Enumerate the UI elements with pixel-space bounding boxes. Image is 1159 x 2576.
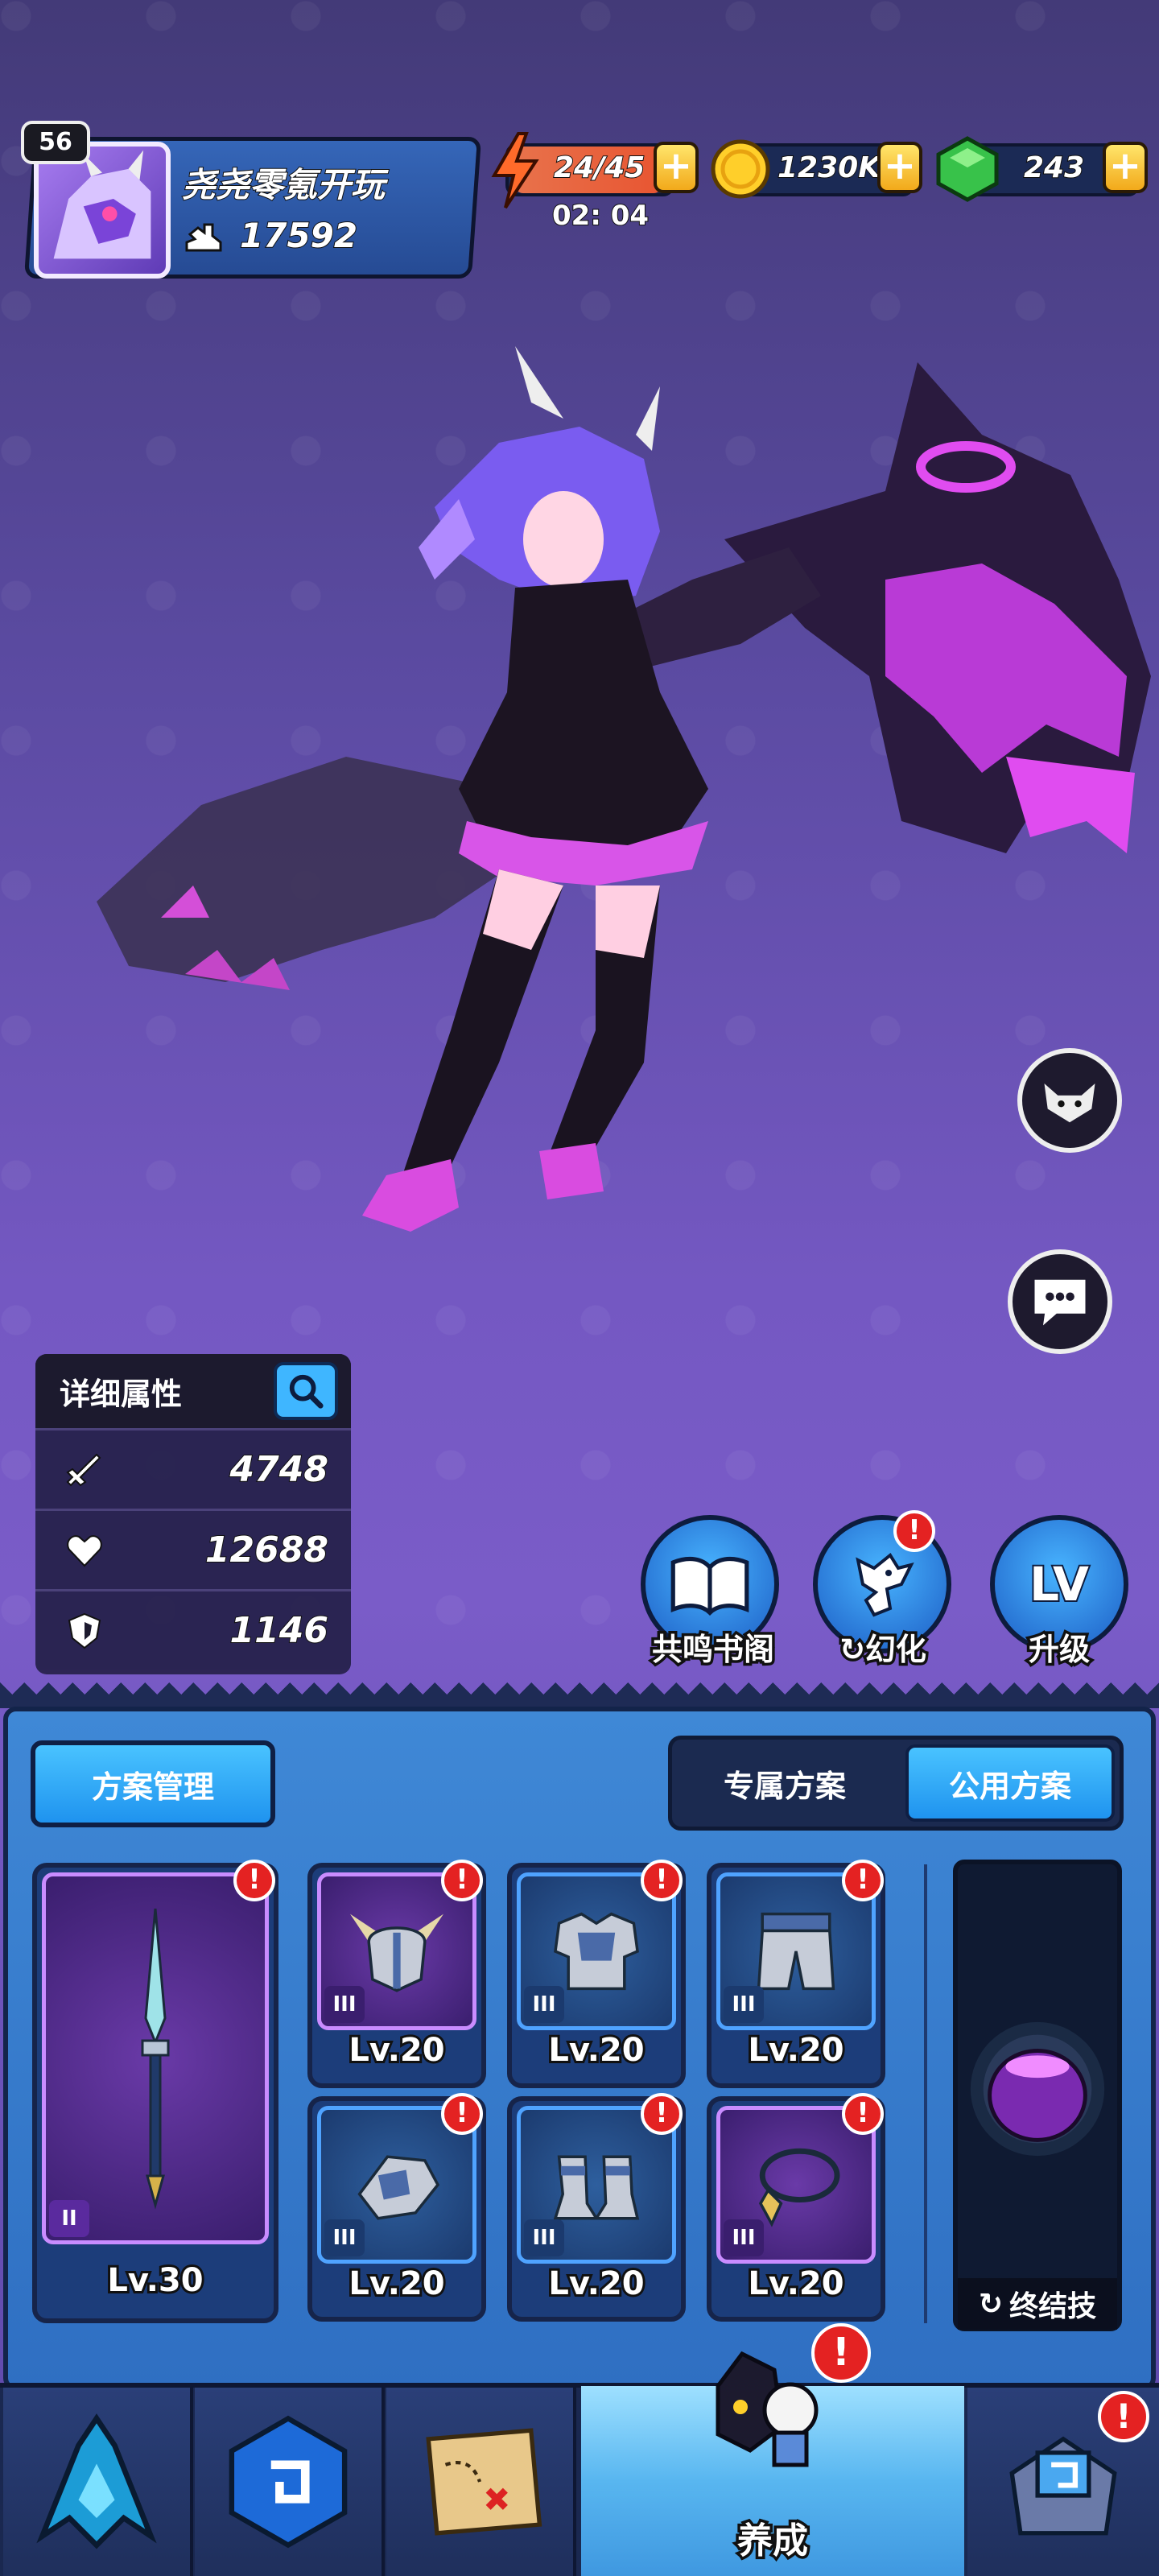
nav-item-collection[interactable]: [195, 2388, 385, 2576]
hp-value: 12688: [204, 1529, 329, 1571]
cat-demon-icon: [1044, 1084, 1095, 1123]
energy-lightning-icon: [491, 132, 539, 209]
ultimate-label-text: 终结技: [1009, 2290, 1097, 2323]
plan-management-button[interactable]: 方案管理: [31, 1740, 275, 1827]
weapon-tier-badge: II: [49, 2200, 89, 2237]
treasure-map-icon: [426, 2428, 542, 2536]
green-gem-icon: [936, 136, 999, 202]
pants-tier-badge: III: [724, 1986, 764, 2023]
gem-value: 243: [1023, 151, 1085, 185]
weapon-level: Lv.30: [105, 2260, 205, 2301]
necklace-level: Lv.20: [745, 2263, 846, 2305]
energy-timer: 02: 04: [551, 199, 650, 233]
attack-sword-icon: [66, 1453, 101, 1486]
magnifier-icon: [289, 1374, 324, 1409]
spear-weapon-icon: [141, 1908, 170, 2210]
panel-divider: [924, 1864, 927, 2323]
gold-add-button[interactable]: +: [877, 142, 922, 193]
gauntlet-icon: [357, 2155, 440, 2220]
open-book-icon: [670, 1556, 749, 1616]
companion-pet-button[interactable]: [1017, 1048, 1122, 1153]
pants-alert-badge: !: [842, 1860, 884, 1901]
boots-tier-badge: III: [524, 2219, 564, 2256]
necklace-tier-badge: III: [724, 2219, 764, 2256]
nav-development-label: 养成: [735, 2518, 811, 2565]
necklace-icon: [758, 2148, 840, 2227]
tab-exclusive-plan[interactable]: 专属方案: [680, 1744, 889, 1822]
upgrade-label: 升级: [1025, 1629, 1092, 1670]
tab-public-plan[interactable]: 公用方案: [905, 1744, 1115, 1822]
chat-bubble-icon: [1034, 1279, 1086, 1326]
player-name: 尧尧零氪开玩: [181, 164, 386, 205]
ultimate-skill-slot[interactable]: [953, 1860, 1122, 2331]
pants-icon: [757, 1912, 835, 1991]
ultimate-cauldron-icon: [970, 2021, 1105, 2157]
chest-armor-level: Lv.20: [546, 2029, 646, 2071]
illusion-alert-badge: !: [893, 1510, 935, 1552]
energy-value: 24/45: [553, 151, 645, 185]
shop-alert-badge: !: [1098, 2391, 1149, 2442]
attack-value: 4748: [229, 1448, 329, 1491]
chest-armor-icon: [554, 1912, 639, 1991]
boots-icon: [553, 2155, 640, 2220]
nav-item-adventure[interactable]: [386, 2388, 576, 2576]
shield-icon: [68, 1612, 101, 1649]
lv-up-icon: LV: [1028, 1555, 1091, 1613]
heart-icon: [67, 1534, 102, 1567]
helmet-level: Lv.20: [346, 2029, 447, 2071]
stats-detail-button[interactable]: [274, 1362, 338, 1420]
defense-value: 1146: [229, 1609, 329, 1652]
chest-armor-alert-badge: !: [641, 1860, 683, 1901]
horned-helmet-icon: [350, 1913, 443, 1992]
dragon-spirit-icon: [856, 1553, 914, 1617]
power-value: 17592: [239, 215, 358, 256]
necklace-alert-badge: !: [842, 2093, 884, 2135]
gauntlet-alert-badge: !: [441, 2093, 483, 2135]
refresh-icon: ↻: [837, 1629, 868, 1670]
helmet-tier-badge: III: [324, 1986, 365, 2023]
chat-button[interactable]: [1008, 1249, 1112, 1354]
weapon-alert-badge: !: [233, 1860, 275, 1901]
detailed-stats-panel: 详细属性 4748 12688 1146: [35, 1354, 351, 1674]
illusion-label-text: 幻化: [862, 1629, 929, 1670]
boots-level: Lv.20: [546, 2263, 646, 2305]
plan-tabs: 专属方案 公用方案: [668, 1736, 1124, 1831]
power-row: 17592: [184, 215, 358, 256]
avatar-dragon-icon: [53, 150, 151, 259]
resonance-library-label: 共鸣书阁: [649, 1629, 777, 1670]
helmet-alert-badge: !: [441, 1860, 483, 1901]
refresh-icon: ↻: [978, 2287, 1004, 2321]
hero-character-illustration: [97, 346, 1151, 1232]
stats-title: 详细属性: [60, 1376, 183, 1412]
power-fist-icon: [185, 223, 222, 251]
stat-row-attack: 4748: [35, 1428, 351, 1509]
development-alert-badge: !: [811, 2323, 871, 2383]
hex-emblem-icon: [229, 2415, 348, 2549]
energy-add-button[interactable]: +: [654, 142, 699, 193]
panel-top-edge: [0, 1681, 1159, 1708]
boots-alert-badge: !: [641, 2093, 683, 2135]
chest-armor-tier-badge: III: [524, 1986, 564, 2023]
dark-crystal-icon: [36, 2413, 157, 2549]
gold-value: 1230K: [777, 151, 881, 185]
player-level-badge: 56: [21, 121, 90, 164]
weapon-slot[interactable]: II Lv.30: [32, 1863, 278, 2323]
gauntlet-level: Lv.20: [346, 2263, 447, 2305]
gem-add-button[interactable]: +: [1103, 142, 1148, 193]
stat-row-hp: 12688: [35, 1509, 351, 1589]
stat-row-defense: 1146: [35, 1589, 351, 1670]
pants-level: Lv.20: [745, 2029, 846, 2071]
nav-item-battle[interactable]: [3, 2388, 193, 2576]
weapon-frame: II: [42, 1872, 269, 2244]
gauntlet-tier-badge: III: [324, 2219, 365, 2256]
gold-coin-icon: [711, 139, 770, 199]
ultimate-label: ↻ 终结技: [958, 2278, 1117, 2330]
illusion-label: ↻幻化: [806, 1624, 959, 1670]
